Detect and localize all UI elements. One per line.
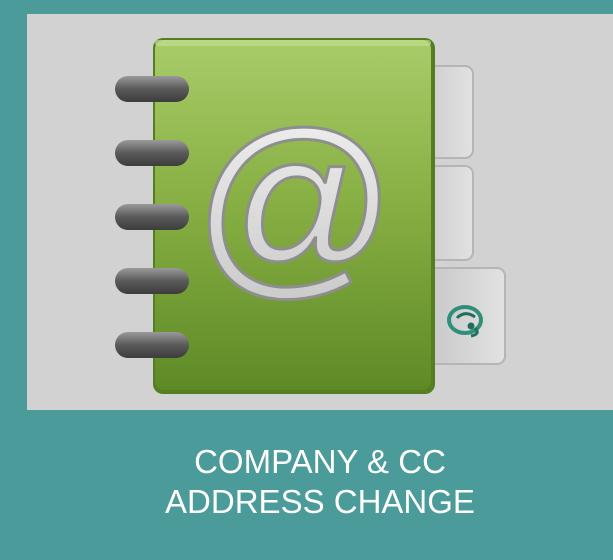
tile-caption: COMPANY & CC ADDRESS CHANGE — [27, 410, 613, 560]
caption-line-1: COMPANY & CC — [194, 443, 446, 480]
svg-text:@: @ — [193, 92, 396, 315]
at-sign-icon: @ — [192, 91, 398, 317]
address-book-at-icon: @ — [115, 38, 506, 394]
address-change-tile[interactable]: @ COMPANY & CC ADDRESS CHANGE — [0, 0, 613, 560]
tile-icon-area: @ — [27, 14, 613, 410]
caption-line-2: ADDRESS CHANGE — [165, 483, 475, 520]
